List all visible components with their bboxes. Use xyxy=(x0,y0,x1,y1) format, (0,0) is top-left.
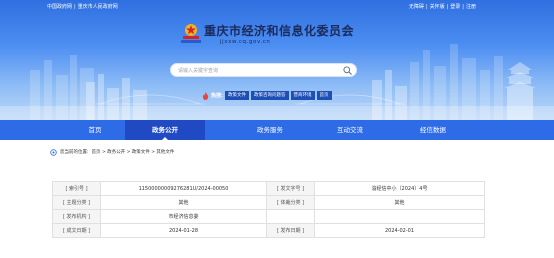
nav-item-home[interactable]: 首页 xyxy=(55,120,135,140)
nav-item-interaction[interactable]: 互动交流 xyxy=(310,120,390,140)
document-info-table: [ 索引号 ] 11500000009276281U/2024-00050 [ … xyxy=(52,181,485,238)
publisher-value: 市经济信息委 xyxy=(100,209,267,224)
hot-tags: 政策文件 政策咨询问题答 营商环境 首页 xyxy=(225,91,332,100)
top-utility-bar: 中国政府网 | 重庆市人民政府网 无障碍 | 关怀版 | 登录 | 注册 xyxy=(0,0,554,14)
nav-item-gov-affairs[interactable]: 政务公开 xyxy=(125,120,205,140)
genre-label: [ 体裁分类 ] xyxy=(266,195,315,210)
written-date-value: 2024-01-28 xyxy=(100,223,267,238)
user-links: 无障碍 | 关怀版 | 登录 | 注册 xyxy=(408,4,476,10)
hot-tag-policy-qa[interactable]: 政策咨询问题答 xyxy=(251,91,289,100)
publish-date-label: [ 发布日期 ] xyxy=(266,223,315,238)
site-logo[interactable]: 重庆市经济和信息化委员会 jjxxw.cq.gov.cn xyxy=(180,20,380,50)
header-banner: 中国政府网 | 重庆市人民政府网 无障碍 | 关怀版 | 登录 | 注册 重庆市经济和信息化委员… xyxy=(0,0,554,120)
breadcrumb-prefix: 您当前的位置: xyxy=(60,150,89,155)
care-mode-link[interactable]: 关怀版 xyxy=(430,4,445,10)
gov-portal-link[interactable]: 中国政府网 xyxy=(47,4,72,10)
written-date-label: [ 成文日期 ] xyxy=(52,223,101,238)
nav-item-gov-services[interactable]: 政务服务 xyxy=(230,120,310,140)
city-skyline-illustration xyxy=(0,44,554,120)
index-no-label: [ 索引号 ] xyxy=(52,181,101,196)
topic-value: 其他 xyxy=(100,195,267,210)
search-icon[interactable] xyxy=(343,66,352,75)
genre-value: 其他 xyxy=(314,195,485,210)
table-row: [ 发布机构 ] 市经济信息委 xyxy=(52,209,485,224)
topic-label: [ 主题分类 ] xyxy=(52,195,101,210)
doc-no-label: [ 发文字号 ] xyxy=(266,181,315,196)
hot-tag-business-env[interactable]: 营商环境 xyxy=(290,91,315,100)
breadcrumb-text: 您当前的位置: 首页 > 政务公开 > 政策文件 > 其他文件 xyxy=(60,149,177,155)
search-bar xyxy=(170,63,357,77)
table-row: [ 索引号 ] 11500000009276281U/2024-00050 [ … xyxy=(52,181,485,196)
cq-gov-link[interactable]: 重庆市人民政府网 xyxy=(78,4,118,10)
fire-icon xyxy=(202,92,209,100)
empty-value-cell xyxy=(314,209,485,224)
site-title: 重庆市经济和信息化委员会 xyxy=(204,24,355,38)
hot-search-label: 热搜: xyxy=(211,93,223,99)
site-domain: jjxxw.cq.gov.cn xyxy=(220,39,271,45)
breadcrumb-path[interactable]: 首页 > 政务公开 > 政策文件 > 其他文件 xyxy=(92,150,175,155)
nav-item-economic-data[interactable]: 经信数据 xyxy=(393,120,473,140)
hot-tag-policy-docs[interactable]: 政策文件 xyxy=(225,91,249,100)
publisher-label: [ 发布机构 ] xyxy=(52,209,101,224)
register-link[interactable]: 注册 xyxy=(466,4,476,10)
doc-no-value: 渝经信中小〔2024〕4号 xyxy=(314,181,485,196)
accessibility-link[interactable]: 无障碍 xyxy=(409,4,424,10)
publish-date-value: 2024-02-01 xyxy=(314,223,485,238)
index-no-value: 11500000009276281U/2024-00050 xyxy=(100,181,267,196)
main-nav: 首页 政务公开 政务服务 互动交流 经信数据 xyxy=(0,120,554,140)
hot-tag-home[interactable]: 首页 xyxy=(316,91,332,100)
location-icon xyxy=(50,149,57,156)
gov-links: 中国政府网 | 重庆市人民政府网 xyxy=(47,4,118,10)
emblem-icon xyxy=(181,24,201,43)
table-row: [ 主题分类 ] 其他 [ 体裁分类 ] 其他 xyxy=(52,195,485,210)
table-row: [ 成文日期 ] 2024-01-28 [ 发布日期 ] 2024-02-01 xyxy=(52,223,485,238)
search-input[interactable] xyxy=(178,66,338,75)
login-link[interactable]: 登录 xyxy=(450,4,460,10)
empty-label-cell xyxy=(266,209,315,224)
